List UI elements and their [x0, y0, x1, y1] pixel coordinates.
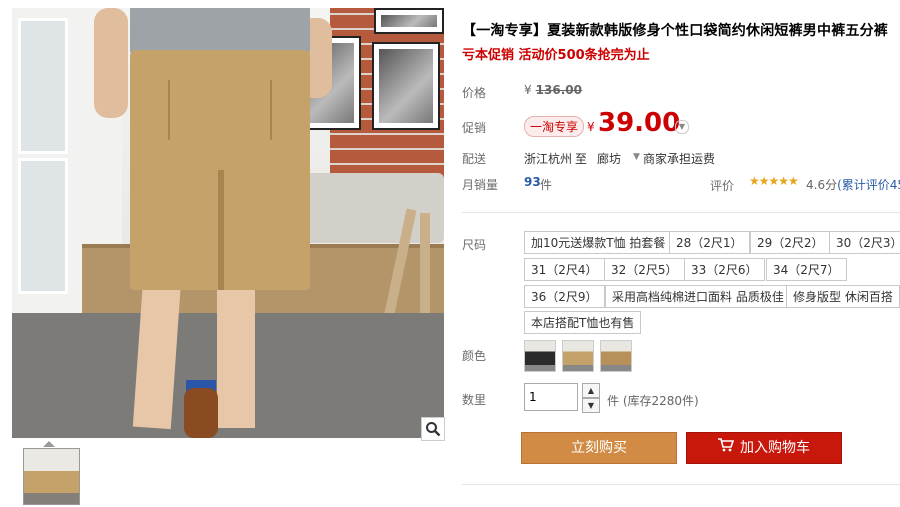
size-option[interactable]: 本店搭配T恤也有售 [524, 311, 642, 334]
quantity-input[interactable] [524, 383, 578, 411]
color-label: 颜色 [462, 349, 487, 363]
cart-icon [718, 433, 735, 463]
size-option[interactable]: 34（2尺7） [766, 258, 847, 281]
quantity-increase-icon[interactable]: ▲ [582, 383, 600, 398]
original-price-value: 136.00 [535, 83, 582, 97]
zoom-icon[interactable] [421, 417, 445, 441]
size-option[interactable]: 32（2尺5） [604, 258, 685, 281]
size-option[interactable]: 30（2尺3） [829, 231, 900, 254]
size-option[interactable]: 36（2尺9） [524, 285, 605, 308]
size-option[interactable]: 31（2尺4） [524, 258, 605, 281]
size-option[interactable]: 28（2尺1） [669, 231, 750, 254]
promo-price: 39.00 [598, 108, 681, 138]
promo-label: 促销 [462, 121, 487, 135]
thumbnail-image[interactable] [23, 448, 80, 505]
color-swatch-tan[interactable] [600, 340, 632, 372]
rating-score: 4.6分 [806, 178, 838, 192]
shipping-fee: 商家承担运费 [643, 152, 716, 166]
rating-label: 评价 [710, 179, 735, 193]
price-label: 价格 [462, 86, 487, 100]
divider [462, 484, 900, 485]
quantity-label: 数里 [462, 393, 487, 407]
review-count-link[interactable]: (累计评价45) [837, 178, 900, 192]
image-model-shorts [130, 50, 310, 290]
image-model-arm-left [94, 8, 128, 118]
add-to-cart-label: 加入购物车 [740, 440, 810, 456]
rating-value: 4.6分(累计评价45) [806, 176, 900, 193]
size-option[interactable]: 33（2尺6） [684, 258, 765, 281]
size-option[interactable]: 采用高档纯棉进口面料 品质极佳 [605, 285, 791, 308]
product-title: 【一淘专享】夏装新款韩版修身个性口袋简约休闲短裤男中裤五分裤 [462, 23, 888, 39]
shipping-to-word: 至 [575, 152, 588, 166]
add-to-cart-button[interactable]: 加入购物车 [686, 432, 842, 464]
sales-unit: 件 [540, 178, 553, 192]
quantity-decrease-icon[interactable]: ▼ [582, 398, 600, 413]
promo-currency: ¥ [587, 120, 595, 134]
main-product-image[interactable] [12, 8, 444, 438]
divider [462, 212, 900, 213]
image-frame-right [372, 42, 440, 130]
original-price-currency: ¥ [524, 83, 532, 97]
product-subtitle: 亏本促销 活动价500条抢完为止 [462, 48, 650, 63]
shipping-city-select[interactable]: 廊坊 [597, 150, 621, 167]
shipping-label: 配送 [462, 152, 487, 166]
size-option[interactable]: 修身版型 休闲百搭 [786, 285, 900, 308]
thumbnail-pointer [43, 441, 55, 447]
quantity-stock: 件 (库存2280件) [607, 394, 699, 408]
size-option[interactable]: 加10元送爆款T恤 拍套餐 [524, 231, 673, 254]
image-window-upper [18, 18, 68, 154]
image-window-lower [18, 158, 68, 294]
original-price: ¥136.00 [524, 83, 582, 97]
sales-count: 93 [524, 175, 541, 189]
sales-label: 月销量 [462, 178, 499, 192]
color-swatch-khaki[interactable] [562, 340, 594, 372]
chevron-down-icon[interactable]: ▼ [675, 120, 689, 134]
caret-down-icon[interactable]: ▼ [633, 152, 640, 162]
size-label: 尺码 [462, 238, 487, 252]
image-model-leg-right [217, 278, 255, 428]
image-frame-top [374, 8, 444, 34]
size-option[interactable]: 29（2尺2） [750, 231, 831, 254]
promo-tag: 一淘专享 [524, 116, 585, 137]
shipping-from: 浙江杭州 [524, 152, 573, 166]
star-rating-icon: ★★★★★ [749, 174, 799, 188]
image-model-shoe [184, 388, 218, 438]
color-swatch-dark[interactable] [524, 340, 556, 372]
buy-now-button[interactable]: 立刻购买 [521, 432, 677, 464]
